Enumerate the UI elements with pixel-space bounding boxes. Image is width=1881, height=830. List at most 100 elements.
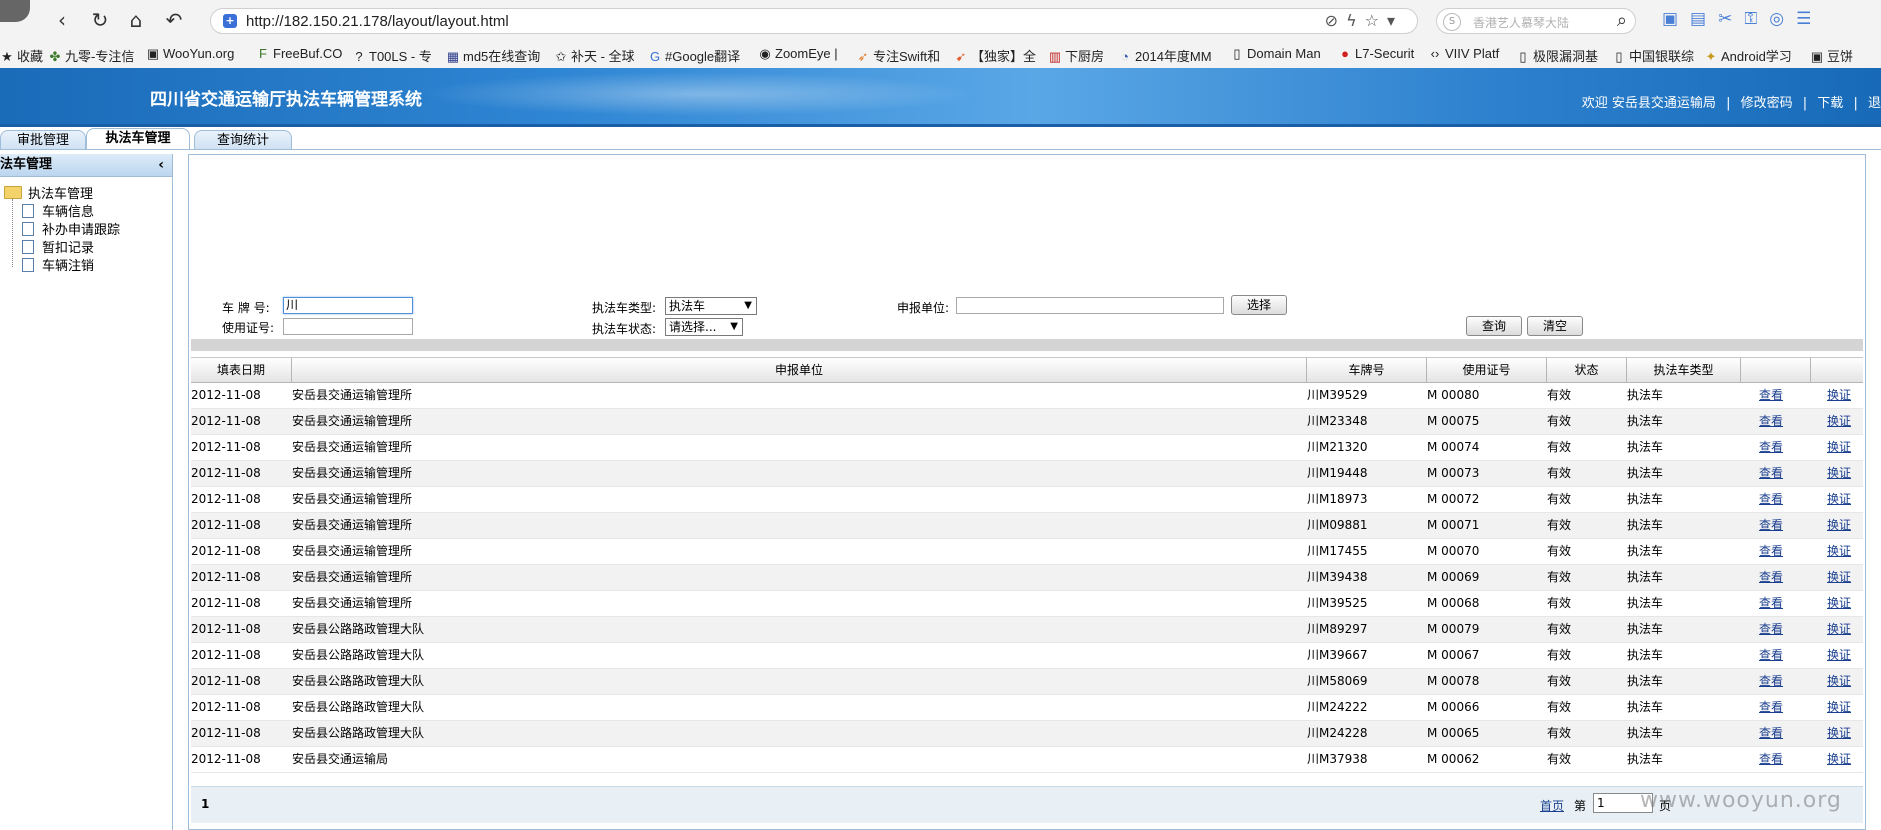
address-url[interactable]: http://182.150.21.178/layout/layout.html: [246, 13, 509, 30]
table-row: 2012-11-08 安岳县交通运输局 川M37938 M 00062 有效 执法车 查看 换…: [191, 747, 1863, 773]
view-link[interactable]: 查看: [1759, 383, 1783, 408]
clear-button[interactable]: 清空: [1527, 316, 1583, 336]
cell-status: 有效: [1547, 492, 1572, 506]
replace-cert-link[interactable]: 换证: [1827, 669, 1851, 694]
search-icon[interactable]: ⌕: [1617, 10, 1627, 31]
replace-cert-link[interactable]: 换证: [1827, 617, 1851, 642]
col-cert[interactable]: 使用证号: [1427, 358, 1547, 382]
bookmark-item[interactable]: ▥ 下厨房: [1048, 46, 1104, 65]
bookmark-item[interactable]: ◉ ZoomEye |: [758, 46, 837, 62]
col-status[interactable]: 状态: [1547, 358, 1627, 382]
bookmark-item[interactable]: ▣ WooYun.org: [146, 46, 234, 62]
view-link[interactable]: 查看: [1759, 539, 1783, 564]
bookmark-item[interactable]: ▯ Domain Man: [1230, 46, 1320, 62]
view-link[interactable]: 查看: [1759, 617, 1783, 642]
back-icon[interactable]: ‹: [48, 6, 76, 34]
tab-query-statistics[interactable]: 查询统计: [194, 130, 292, 150]
browser-search-box[interactable]: S 香港艺人慕琴大陆 ⌕: [1436, 8, 1636, 34]
bookmark-item[interactable]: ‹› VIIV Platf: [1428, 46, 1500, 61]
view-link[interactable]: 查看: [1759, 565, 1783, 590]
view-link[interactable]: 查看: [1759, 643, 1783, 668]
query-button[interactable]: 查询: [1466, 316, 1522, 336]
select-unit-button[interactable]: 选择: [1231, 295, 1287, 315]
plate-input[interactable]: 川: [283, 297, 413, 314]
logout-link[interactable]: 退: [1868, 96, 1881, 111]
sidebar-root[interactable]: 执法车管理: [4, 183, 93, 202]
download-link[interactable]: 下载: [1817, 96, 1843, 111]
bookmark-item[interactable]: ✩ 补天 - 全球: [554, 46, 635, 65]
document-icon: [22, 240, 34, 254]
view-link[interactable]: 查看: [1759, 487, 1783, 512]
bookmark-item[interactable]: ▯ 中国银联综: [1612, 46, 1694, 65]
home-icon[interactable]: ⌂: [122, 6, 150, 34]
replace-cert-link[interactable]: 换证: [1827, 513, 1851, 538]
cell-status: 有效: [1547, 570, 1572, 584]
replace-cert-link[interactable]: 换证: [1827, 487, 1851, 512]
col-plate[interactable]: 车牌号: [1307, 358, 1427, 382]
search-placeholder[interactable]: 香港艺人慕琴大陆: [1473, 14, 1569, 31]
bookmark-item[interactable]: ▣ 豆饼: [1810, 46, 1853, 65]
address-actions-icon[interactable]: ⊘ϟ☆▾: [1325, 11, 1403, 30]
status-select[interactable]: 请选择... ▼: [665, 318, 743, 336]
sidebar-item-vehicle-info[interactable]: 车辆信息: [22, 201, 94, 220]
bookmark-item[interactable]: ▯ 极限漏洞基: [1516, 46, 1598, 65]
bookmark-item[interactable]: ✦ Android学习: [1704, 46, 1792, 65]
cell-plate: 川M24228: [1307, 726, 1368, 740]
sidebar-item-reissue-tracking[interactable]: 补办申请跟踪: [22, 219, 120, 238]
change-password-link[interactable]: 修改密码: [1741, 96, 1793, 111]
refresh-icon[interactable]: ↻: [86, 6, 114, 34]
view-link[interactable]: 查看: [1759, 435, 1783, 460]
view-link[interactable]: 查看: [1759, 409, 1783, 434]
undo-icon[interactable]: ↶: [160, 6, 188, 34]
col-fill-date[interactable]: 填表日期: [191, 358, 292, 382]
search-engine-icon[interactable]: S: [1443, 13, 1461, 31]
view-link[interactable]: 查看: [1759, 721, 1783, 746]
table-body: 2012-11-08 安岳县交通运输管理所 川M39529 M 00080 有效 执法车查…: [191, 383, 1863, 773]
bookmark-item[interactable]: ➹ 【独家】全: [954, 46, 1036, 65]
view-link[interactable]: 查看: [1759, 695, 1783, 720]
cell-cert: M 00073: [1427, 466, 1480, 480]
sidebar-item-detention-records[interactable]: 暂扣记录: [22, 237, 94, 256]
unit-input[interactable]: [956, 297, 1224, 314]
replace-cert-link[interactable]: 换证: [1827, 435, 1851, 460]
col-vehicle-type[interactable]: 执法车类型: [1627, 358, 1741, 382]
bookmark-item[interactable]: G #Google翻译: [648, 46, 740, 65]
cert-input[interactable]: [283, 318, 413, 335]
bookmark-item[interactable]: ● L7-Securit: [1338, 46, 1414, 61]
bookmark-item[interactable]: ★ 收藏: [0, 46, 43, 65]
view-link[interactable]: 查看: [1759, 513, 1783, 538]
tab-approval[interactable]: 审批管理: [0, 130, 86, 150]
document-icon: [22, 204, 34, 218]
tab-vehicle-management[interactable]: 执法车管理: [86, 128, 190, 150]
replace-cert-link[interactable]: 换证: [1827, 409, 1851, 434]
extension-icons[interactable]: ▣▤✂⚿◎☰: [1662, 9, 1823, 29]
app-menu-icon[interactable]: [0, 0, 30, 22]
replace-cert-link[interactable]: 换证: [1827, 591, 1851, 616]
bookmark-item[interactable]: ✤ 九零-专注信: [48, 46, 135, 65]
view-link[interactable]: 查看: [1759, 669, 1783, 694]
view-link[interactable]: 查看: [1759, 591, 1783, 616]
replace-cert-link[interactable]: 换证: [1827, 383, 1851, 408]
replace-cert-link[interactable]: 换证: [1827, 539, 1851, 564]
bookmark-item[interactable]: ▦ md5在线查询: [446, 46, 540, 65]
replace-cert-link[interactable]: 换证: [1827, 461, 1851, 486]
bookmark-item[interactable]: ◔ 2014年度MM: [1118, 46, 1212, 65]
bookmark-item[interactable]: ➶ 专注Swift和: [856, 46, 941, 65]
col-reporting-unit[interactable]: 申报单位: [292, 358, 1307, 382]
cell-fill-date: 2012-11-08: [191, 622, 261, 636]
replace-cert-link[interactable]: 换证: [1827, 747, 1851, 772]
collapse-icon[interactable]: ‹: [158, 154, 164, 176]
replace-cert-link[interactable]: 换证: [1827, 721, 1851, 746]
first-page-link[interactable]: 首页: [1540, 797, 1564, 814]
replace-cert-link[interactable]: 换证: [1827, 565, 1851, 590]
replace-cert-link[interactable]: 换证: [1827, 643, 1851, 668]
replace-cert-link[interactable]: 换证: [1827, 695, 1851, 720]
view-link[interactable]: 查看: [1759, 747, 1783, 772]
address-bar[interactable]: + http://182.150.21.178/layout/layout.ht…: [210, 8, 1418, 34]
type-select[interactable]: 执法车 ▼: [665, 297, 757, 315]
bookmark-item[interactable]: F FreeBuf.CO: [256, 46, 342, 61]
table-row: 2012-11-08 安岳县交通运输管理所 川M23348 M 00075 有效 执法车 查…: [191, 409, 1863, 435]
bookmark-item[interactable]: ? T00LS - 专: [352, 46, 431, 65]
view-link[interactable]: 查看: [1759, 461, 1783, 486]
sidebar-item-vehicle-cancellation[interactable]: 车辆注销: [22, 255, 94, 274]
